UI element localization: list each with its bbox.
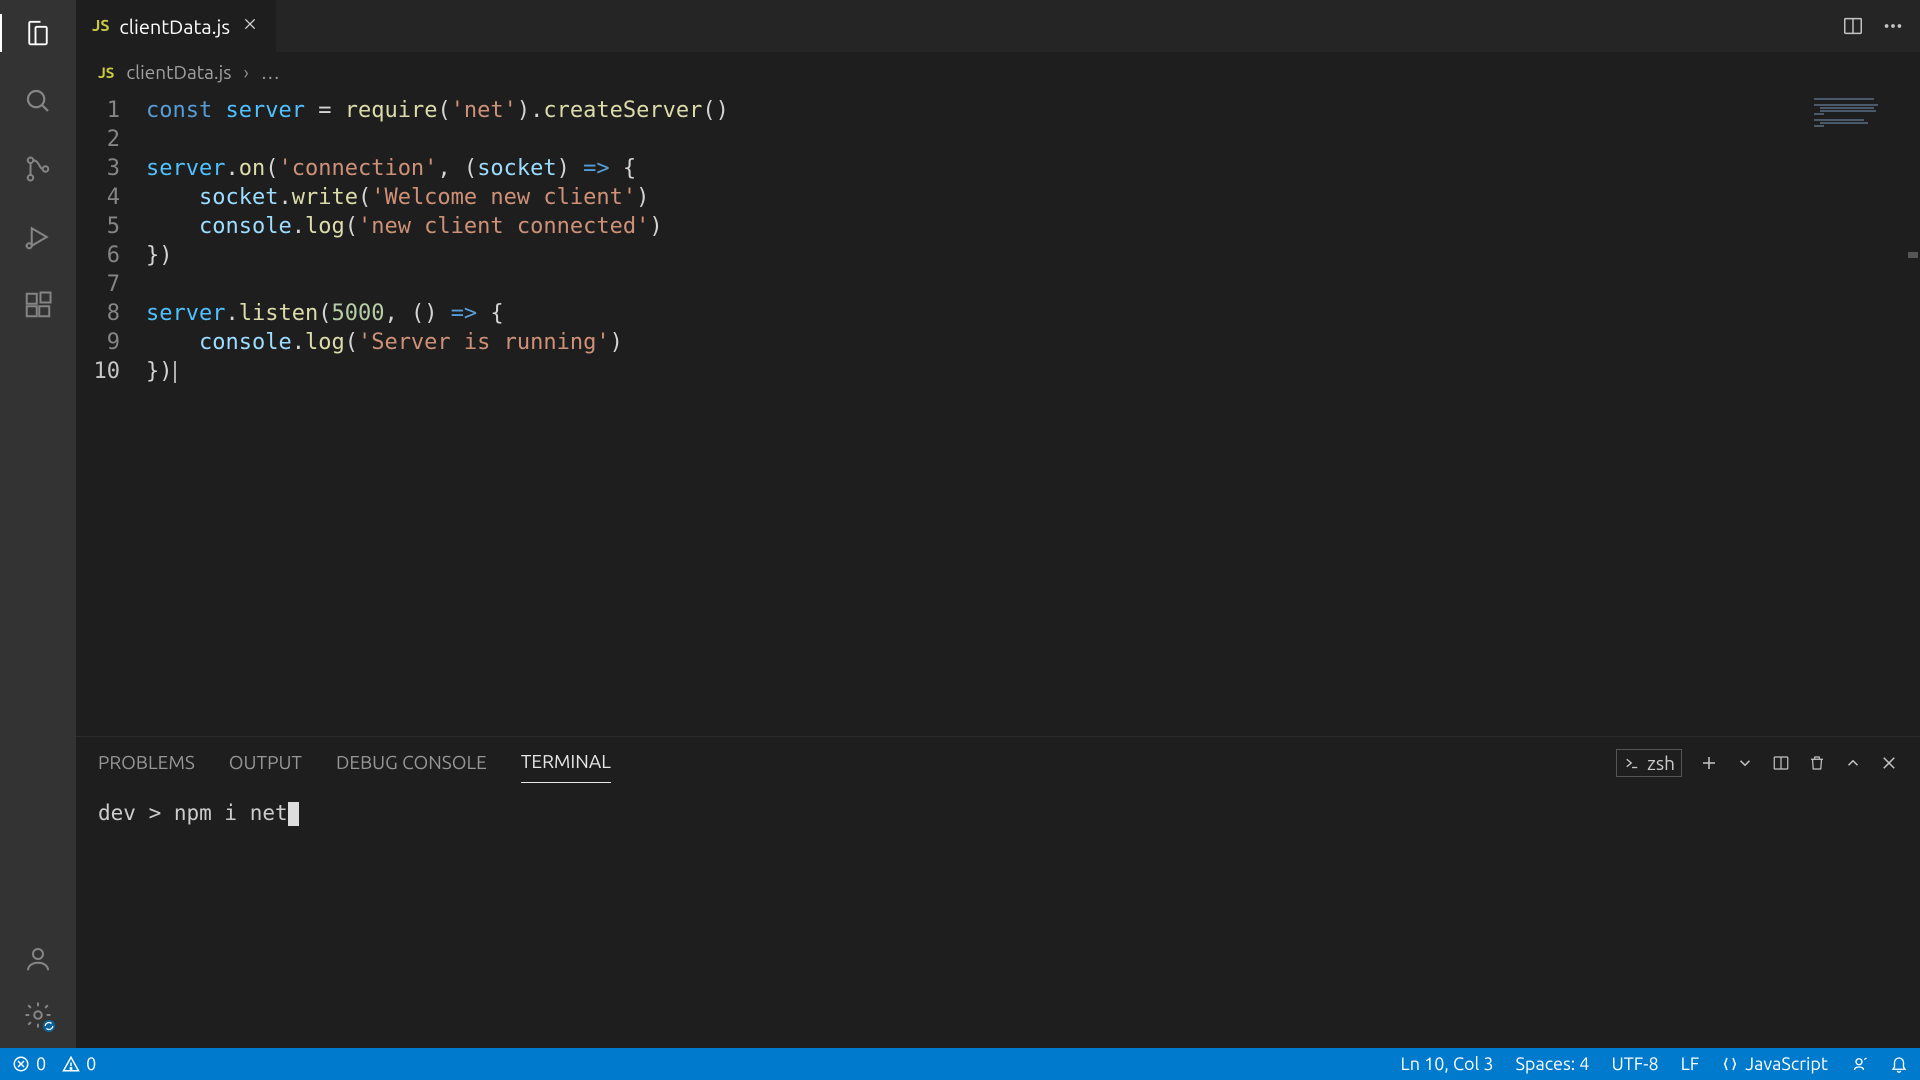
terminal-body[interactable]: dev > npm i net: [76, 783, 1920, 1048]
cursor-position-text: Ln 10, Col 3: [1401, 1054, 1494, 1074]
shell-name: zsh: [1647, 752, 1675, 774]
status-eol[interactable]: LF: [1681, 1054, 1700, 1074]
source-control-icon[interactable]: [23, 154, 53, 184]
tab-clientdata[interactable]: JS clientData.js: [76, 0, 277, 52]
minimap[interactable]: [1810, 92, 1920, 736]
terminal-cursor: [288, 802, 299, 826]
sync-badge-icon: [41, 1018, 57, 1034]
language-text: JavaScript: [1745, 1054, 1828, 1074]
status-language[interactable]: JavaScript: [1721, 1054, 1828, 1074]
maximize-panel-icon[interactable]: [1844, 754, 1862, 772]
breadcrumb[interactable]: JS clientData.js › …: [76, 52, 1920, 92]
split-terminal-icon[interactable]: [1772, 754, 1790, 772]
new-terminal-icon[interactable]: [1700, 754, 1718, 772]
line-number-gutter: 12345678910: [76, 92, 146, 736]
encoding-text: UTF-8: [1611, 1054, 1658, 1074]
breadcrumb-file: clientData.js: [126, 61, 231, 83]
tab-terminal[interactable]: TERMINAL: [521, 750, 611, 783]
tab-output[interactable]: OUTPUT: [229, 751, 302, 783]
status-errors[interactable]: 0: [12, 1054, 46, 1074]
editor-area[interactable]: 12345678910 const server = require('net'…: [76, 92, 1920, 736]
code-content[interactable]: const server = require('net').createServ…: [146, 92, 1810, 736]
status-warnings[interactable]: 0: [62, 1054, 96, 1074]
status-cursor-position[interactable]: Ln 10, Col 3: [1401, 1054, 1494, 1074]
tab-problems[interactable]: PROBLEMS: [98, 751, 195, 783]
status-feedback-icon[interactable]: [1850, 1055, 1868, 1073]
bottom-panel: PROBLEMS OUTPUT DEBUG CONSOLE TERMINAL z…: [76, 736, 1920, 1048]
tab-debug-console[interactable]: DEBUG CONSOLE: [336, 751, 487, 783]
error-count: 0: [36, 1054, 46, 1074]
split-editor-icon[interactable]: [1842, 15, 1864, 37]
editor-tab-bar: JS clientData.js: [76, 0, 1920, 52]
status-notifications-icon[interactable]: [1890, 1055, 1908, 1073]
js-file-icon: JS: [98, 64, 114, 81]
close-tab-icon[interactable]: [240, 14, 260, 38]
terminal-line: dev > npm i net: [98, 801, 288, 825]
status-bar: 0 0 Ln 10, Col 3 Spaces: 4 UTF-8 LF Java…: [0, 1048, 1920, 1080]
terminal-shell-selector[interactable]: zsh: [1616, 749, 1682, 777]
search-icon[interactable]: [23, 86, 53, 116]
eol-text: LF: [1681, 1054, 1700, 1074]
chevron-right-icon: ›: [243, 61, 248, 83]
indentation-text: Spaces: 4: [1515, 1054, 1589, 1074]
tab-filename: clientData.js: [119, 15, 230, 38]
js-file-icon: JS: [92, 17, 109, 35]
breadcrumb-trail: …: [261, 61, 280, 83]
kill-terminal-icon[interactable]: [1808, 754, 1826, 772]
warning-count: 0: [86, 1054, 96, 1074]
more-actions-icon[interactable]: [1882, 15, 1904, 37]
extensions-icon[interactable]: [23, 290, 53, 320]
status-encoding[interactable]: UTF-8: [1611, 1054, 1658, 1074]
accounts-icon[interactable]: [23, 944, 53, 974]
status-indentation[interactable]: Spaces: 4: [1515, 1054, 1589, 1074]
activity-bar: [0, 0, 76, 1048]
explorer-icon[interactable]: [23, 18, 53, 48]
terminal-dropdown-icon[interactable]: [1736, 754, 1754, 772]
close-panel-icon[interactable]: [1880, 754, 1898, 772]
run-debug-icon[interactable]: [23, 222, 53, 252]
